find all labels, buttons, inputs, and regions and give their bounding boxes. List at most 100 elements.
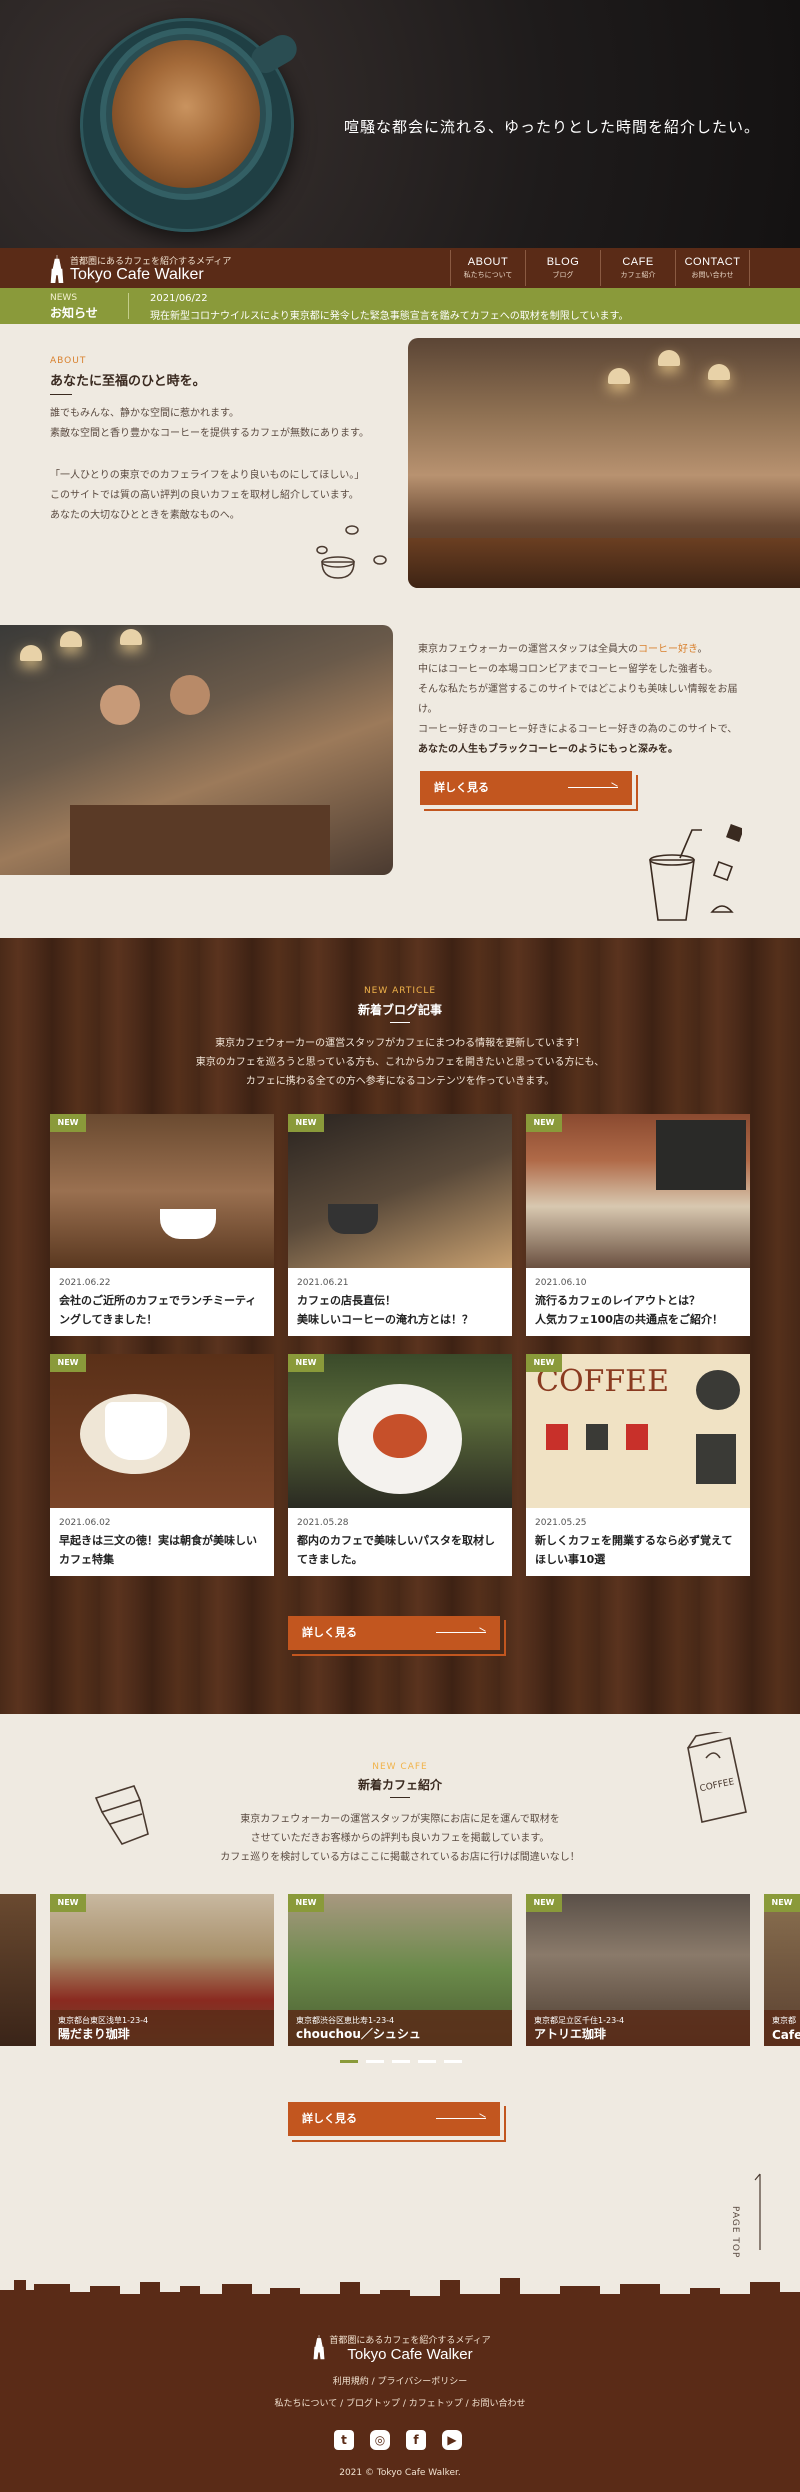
blog-card[interactable]: NEW 2021.06.02 早起きは三文の徳！実は朝食が美味しいカフェ特集 xyxy=(50,1354,274,1576)
slider-dot-active[interactable] xyxy=(340,2060,358,2063)
blog-card-date: 2021.06.22 xyxy=(59,1278,111,1288)
nav-about[interactable]: ABOUT 私たちについて xyxy=(450,250,525,286)
cafe-desc-line: カフェ巡りを検討している方はここに掲載されているお店に行けば間違いなし！ xyxy=(220,1852,580,1863)
coffee-beans-icon xyxy=(316,525,387,579)
about-title: あなたに至福のひと時を。 xyxy=(50,374,206,389)
staff-meeting-photo xyxy=(0,625,393,875)
chalkboard-shape xyxy=(656,1120,746,1190)
nav-about-jp: 私たちについて xyxy=(463,271,513,279)
about-p1-line: 誰でもみんな、静かな空間に惹かれます。 xyxy=(50,408,239,419)
slider-dot[interactable] xyxy=(418,2060,436,2063)
cafe-more-button[interactable]: 詳しく見る xyxy=(288,2102,500,2136)
nav-blog-jp: ブログ xyxy=(552,271,574,279)
twitter-icon[interactable]: t xyxy=(334,2430,354,2450)
nav-blog[interactable]: BLOG ブログ xyxy=(525,250,600,286)
footer-nav-links[interactable]: 私たちについて / ブログトップ / カフェトップ / お問い合わせ xyxy=(0,2396,800,2409)
new-badge: NEW xyxy=(288,1114,324,1132)
page-top-arrow-icon[interactable] xyxy=(752,2170,768,2250)
new-badge: NEW xyxy=(288,1894,324,1912)
blog-card[interactable]: NEW 2021.06.22 会社のご近所のカフェでランチミーティングしてきまし… xyxy=(50,1114,274,1336)
nav-contact-jp: お問い合わせ xyxy=(691,271,734,279)
cafe-name: 陽だまり珈琲 xyxy=(58,2027,130,2041)
button-label: 詳しく見る xyxy=(302,2112,357,2125)
intro-paragraph: 東京カフェウォーカーの運営スタッフは全員大のコーヒー好き。 中にはコーヒーの本場… xyxy=(418,640,748,760)
button-label: 詳しく見る xyxy=(434,781,489,794)
blog-card-image xyxy=(50,1114,274,1268)
cafe-desc-line: させていただきお客様からの評判も良いカフェを掲載しています。 xyxy=(250,1833,550,1844)
blog-card-image: COFFEE xyxy=(526,1354,750,1508)
blog-card[interactable]: COFFEE NEW 2021.05.25 新しくカフェを開業するなら必ず覚えて… xyxy=(526,1354,750,1576)
cafe-description: 東京カフェウォーカーの運営スタッフが実際にお店に足を運んで取材を させていただき… xyxy=(0,1810,800,1867)
cafe-title: 新着カフェ紹介 xyxy=(357,1778,442,1792)
cafe-slide[interactable]: NEW 東京都台東区浅草1-23-4 陽だまり珈琲 xyxy=(50,1894,274,2046)
iced-drink-icon xyxy=(649,824,742,921)
nav-about-en: ABOUT xyxy=(467,256,509,268)
blog-card-image xyxy=(50,1354,274,1508)
new-badge: NEW xyxy=(764,1894,800,1912)
slider-dot[interactable] xyxy=(366,2060,384,2063)
nav-cafe-jp: カフェ紹介 xyxy=(620,271,656,279)
cafe-slide-partial[interactable] xyxy=(0,1894,36,2046)
blog-more-button[interactable]: 詳しく見る xyxy=(288,1616,500,1650)
slider-dot[interactable] xyxy=(392,2060,410,2063)
youtube-icon[interactable]: ▶ xyxy=(442,2430,462,2450)
cup-shape xyxy=(160,1209,216,1239)
new-badge: NEW xyxy=(288,1354,324,1372)
blog-description: 東京カフェウォーカーの運営スタッフがカフェにまつわる情報を更新しています！ 東京… xyxy=(0,1034,800,1091)
intro-highlight: コーヒー好き xyxy=(638,644,698,655)
nav-contact-en: CONTACT xyxy=(684,256,741,268)
instagram-icon[interactable]: ◎ xyxy=(370,2430,390,2450)
hero-coffee xyxy=(112,40,260,188)
about-p1-line: 素敵な空間と香り豊かなコーヒーを提供するカフェが無数にあります。 xyxy=(50,428,369,439)
cup-shape xyxy=(328,1204,378,1234)
cafe-underline xyxy=(390,1797,410,1798)
tokyo-tower-icon xyxy=(50,255,64,283)
intro-text: 。 xyxy=(697,644,708,655)
blog-card[interactable]: NEW 2021.06.10 流行るカフェのレイアウトとは？ 人気カフェ100店… xyxy=(526,1114,750,1336)
intro-line-4: コーヒー好きのコーヒー好きによるコーヒー好きの為のこのサイトで、 xyxy=(418,724,738,735)
new-badge: NEW xyxy=(50,1894,86,1912)
intro-text: 東京カフェウォーカーの運営スタッフは全員大の xyxy=(418,644,638,655)
new-badge: NEW xyxy=(50,1114,86,1132)
news-text[interactable]: 現在新型コロナウイルスにより東京都に発令した緊急事態宣言を鑑みてカフェへの取材を… xyxy=(150,307,629,322)
cafe-name: Cafe xyxy=(772,2028,800,2042)
nav-contact[interactable]: CONTACT お問い合わせ xyxy=(675,250,750,286)
blog-eyebrow: NEW ARTICLE xyxy=(363,986,437,996)
cafe-slide[interactable]: NEW 東京都渋谷区恵比寿1-23-4 chouchou／シュシュ xyxy=(288,1894,512,2046)
photo-table xyxy=(408,538,800,588)
new-badge: NEW xyxy=(50,1354,86,1372)
lamp-shape xyxy=(20,645,42,661)
board-shape xyxy=(696,1434,736,1484)
intro-line-3: そんな私たちが運営するこのサイトではどこよりも美味しい情報をお届け。 xyxy=(418,684,738,715)
copyright: 2021 © Tokyo Cafe Walker. xyxy=(339,2468,461,2478)
pot-shape xyxy=(586,1424,608,1450)
about-underline xyxy=(50,394,72,395)
cafe-slide-partial[interactable]: NEW 東京都 Cafe xyxy=(764,1894,800,2046)
cafe-interior-photo xyxy=(408,338,800,588)
facebook-icon[interactable]: f xyxy=(406,2430,426,2450)
arrow-right-icon xyxy=(436,2118,486,2119)
blog-card-date: 2021.06.10 xyxy=(535,1278,587,1288)
cafe-slide[interactable]: NEW 東京都足立区千住1-23-4 アトリエ珈琲 xyxy=(526,1894,750,2046)
page-top-link[interactable]: PAGE TOP xyxy=(730,2206,740,2258)
slider-dot[interactable] xyxy=(444,2060,462,2063)
blog-card-image xyxy=(526,1114,750,1268)
arrow-right-icon xyxy=(568,787,618,788)
nav-cafe[interactable]: CAFE カフェ紹介 xyxy=(600,250,675,286)
blog-card[interactable]: NEW 2021.06.21 カフェの店長直伝！ 美味しいコーヒーの淹れ方とは！… xyxy=(288,1114,512,1336)
new-badge: NEW xyxy=(526,1894,562,1912)
about-p2-line: 「一人ひとりの東京でのカフェライフをより良いものにしてほしい。」 xyxy=(50,470,365,481)
about-p2-line: このサイトでは質の高い評判の良いカフェを取材し紹介しています。 xyxy=(50,490,359,501)
intro-more-button[interactable]: 詳しく見る xyxy=(420,771,632,805)
blog-card-date: 2021.05.25 xyxy=(535,1518,587,1528)
city-skyline-illustration xyxy=(0,2278,800,2310)
footer-policy-links[interactable]: 利用規約 / プライバシーポリシー xyxy=(0,2374,800,2387)
news-date: 2021/06/22 xyxy=(150,293,208,304)
about-paragraph-2: 「一人ひとりの東京でのカフェライフをより良いものにしてほしい。」 このサイトでは… xyxy=(50,466,390,526)
pasta-shape xyxy=(373,1414,427,1458)
blog-underline xyxy=(390,1022,410,1023)
site-logo[interactable]: Tokyo Cafe Walker xyxy=(70,266,204,284)
sign-shape xyxy=(696,1370,740,1410)
footer-logo[interactable]: Tokyo Cafe Walker xyxy=(0,2346,800,2363)
blog-card[interactable]: NEW 2021.05.28 都内のカフェで美味しいパスタを取材してきました。 xyxy=(288,1354,512,1576)
